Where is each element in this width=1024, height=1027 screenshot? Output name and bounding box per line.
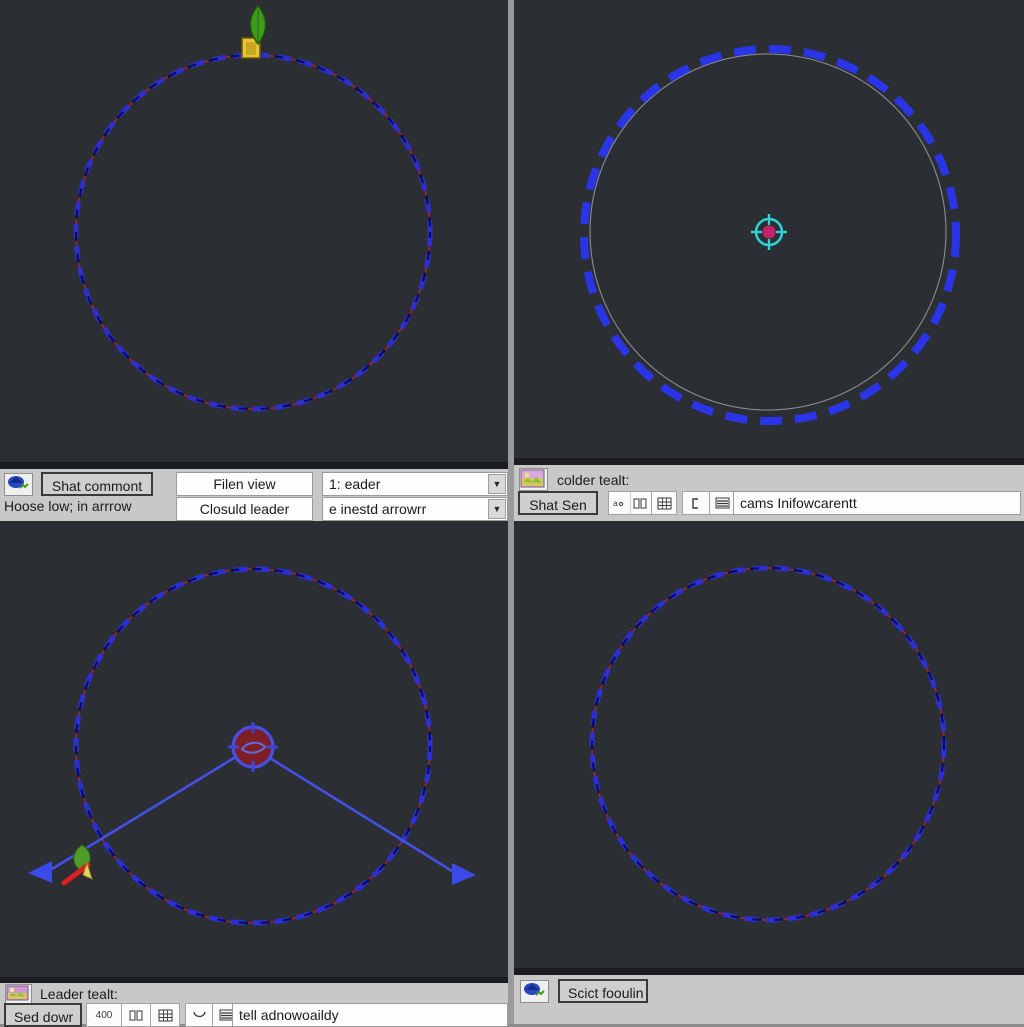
crosshair-target-icon[interactable] <box>746 209 792 255</box>
combo-type-wrap: 1: eader ▼ <box>322 472 508 496</box>
drawing-canvas-bottom-left[interactable] <box>0 521 508 977</box>
chevron-down-icon[interactable]: ▼ <box>488 499 506 519</box>
panel-top-stripe <box>514 458 1024 465</box>
toolbar-top-right[interactable]: colder tealt: Shat Sen a cams Inifowcare… <box>514 458 1024 521</box>
drawing-canvas-bottom-right[interactable] <box>514 516 1024 968</box>
columns-box[interactable] <box>121 1003 151 1027</box>
field-view-wrap: Filen view <box>176 472 313 496</box>
format-iconbar-b[interactable] <box>651 491 677 515</box>
leader-type-value: 1: eader <box>329 476 381 492</box>
arrow-style-combo[interactable]: e inestd arrowrr ▼ <box>322 497 508 521</box>
title-row: Leader tealt: <box>5 984 118 1004</box>
svg-text:a: a <box>613 499 618 508</box>
leader-text-input[interactable]: tell adnowoaildy <box>232 1003 508 1027</box>
panel-title: Leader tealt: <box>40 986 118 1002</box>
app-screen: Shat commont Filen view 1: eader ▼ Hoose… <box>0 0 1024 1027</box>
picture-icon[interactable] <box>519 468 548 491</box>
arrow-style-value: e inestd arrowrr <box>329 501 427 517</box>
columns-icon[interactable] <box>631 492 652 514</box>
font-size-icon[interactable]: a <box>609 492 631 514</box>
curve-icon[interactable] <box>186 1004 212 1026</box>
format-iconbar-wrap: 400 <box>86 1003 240 1027</box>
crosshair-target-icon[interactable] <box>222 716 284 778</box>
send-down-button[interactable]: Sed dowr <box>4 1003 82 1027</box>
drawing-canvas-top-right[interactable] <box>514 0 1024 458</box>
content-text-input[interactable]: cams Inifowcarentt <box>733 491 1021 515</box>
toolbar-bottom-left[interactable]: Leader tealt: Sed dowr 400 tell adnowoai… <box>0 977 508 1027</box>
leaf-cursor-icon <box>249 4 267 46</box>
panel-top-stripe <box>514 968 1024 975</box>
bracket-icon[interactable] <box>683 492 708 514</box>
viewport-top-right[interactable] <box>514 0 1024 458</box>
picture-icon[interactable] <box>5 984 32 1004</box>
panel-top-stripe <box>0 462 508 469</box>
format-iconbar-a[interactable]: a <box>608 491 652 515</box>
controls-row: Shat Sen <box>518 491 598 515</box>
hint-label: Hoose low; in arrrow <box>4 498 132 514</box>
format-iconbar-c[interactable] <box>682 491 710 515</box>
viewport-bottom-left[interactable] <box>0 521 508 977</box>
chevron-down-icon[interactable]: ▼ <box>488 474 506 494</box>
text-input-wrap: tell adnowoaildy <box>232 1003 508 1027</box>
plain-circle-graphic <box>589 565 947 923</box>
text-input-wrap: cams Inifowcarentt <box>733 491 1021 515</box>
panel-top-stripe <box>0 977 508 983</box>
font-size-box[interactable]: 400 <box>86 1003 122 1027</box>
font-size-icon[interactable]: 400 <box>87 1004 121 1026</box>
combo-arrow-wrap: e inestd arrowrr ▼ <box>322 497 508 521</box>
hint-row: Hoose low; in arrrow <box>4 498 132 514</box>
grid-box[interactable] <box>150 1003 180 1027</box>
leader-type-combo[interactable]: 1: eader ▼ <box>322 472 508 496</box>
curve-box[interactable] <box>185 1003 213 1027</box>
grid-icon[interactable] <box>151 1004 179 1026</box>
list-icon[interactable] <box>710 492 735 514</box>
toolbar-row-primary: Shat commont <box>4 472 153 496</box>
panel-title: colder tealt: <box>557 471 630 488</box>
shape-blue-icon[interactable] <box>4 472 33 496</box>
format-iconbar-wrap: a <box>608 491 737 515</box>
controls-row: Sed dowr <box>4 1003 82 1027</box>
toolbar-bottom-right[interactable]: Scict fooulin <box>514 968 1024 1024</box>
grid-icon[interactable] <box>652 492 676 514</box>
viewport-bottom-right[interactable] <box>514 516 1024 968</box>
set-screen-button[interactable]: Shat Sen <box>518 491 598 515</box>
shape-blue-icon[interactable] <box>520 979 549 1003</box>
leaf-cursor-icon <box>61 844 93 886</box>
columns-icon[interactable] <box>122 1004 150 1026</box>
viewport-top-left[interactable] <box>0 0 508 462</box>
drawing-canvas-top-left[interactable] <box>0 0 508 462</box>
select-function-button[interactable]: Scict fooulin <box>558 979 648 1003</box>
title-row: colder tealt: <box>519 468 629 491</box>
field-leader-wrap: Closuld leader <box>176 497 313 521</box>
toolbar-top-left[interactable]: Shat commont Filen view 1: eader ▼ Hoose… <box>0 462 508 521</box>
view-field[interactable]: Filen view <box>176 472 313 496</box>
closed-leader-field[interactable]: Closuld leader <box>176 497 313 521</box>
set-comment-button[interactable]: Shat commont <box>41 472 153 496</box>
controls-row: Scict fooulin <box>520 979 648 1003</box>
